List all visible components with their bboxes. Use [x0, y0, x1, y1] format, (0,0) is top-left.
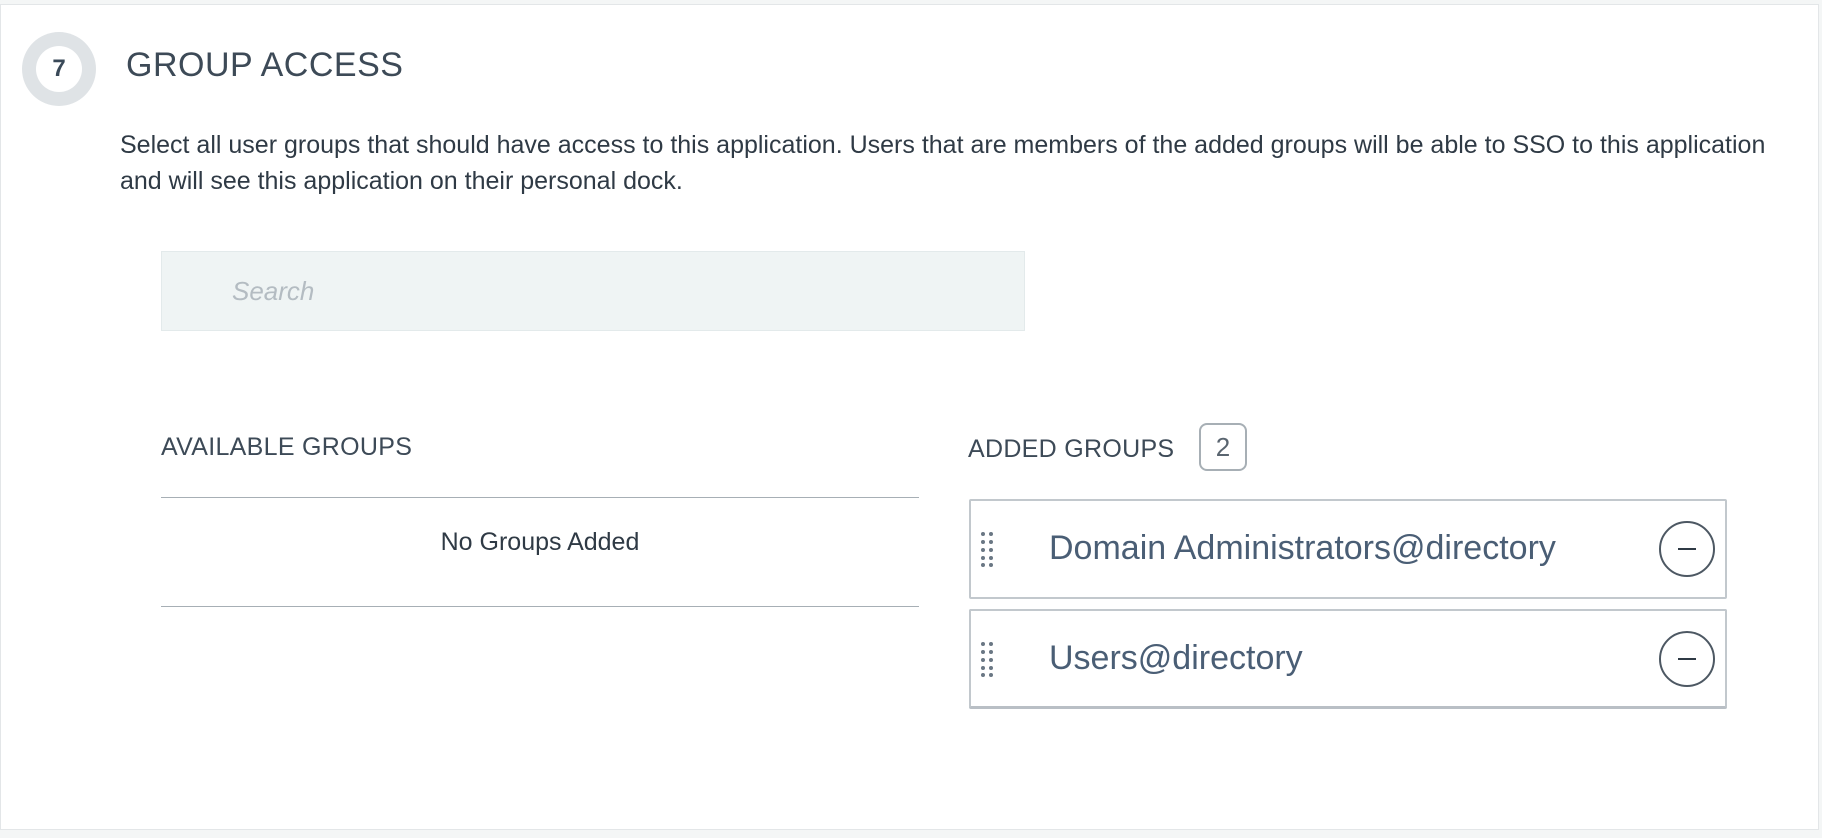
- available-groups-list: No Groups Added: [161, 497, 919, 607]
- added-groups-count-badge: 2: [1199, 423, 1247, 471]
- remove-group-button[interactable]: [1659, 631, 1715, 687]
- search-input[interactable]: [162, 252, 1024, 330]
- minus-icon: [1678, 658, 1696, 660]
- section-description: Select all user groups that should have …: [120, 131, 1766, 195]
- minus-icon: [1678, 548, 1696, 550]
- section-title: GROUP ACCESS: [126, 46, 404, 84]
- added-group-label: Domain Administrators@directory: [1049, 529, 1556, 567]
- drag-handle-icon[interactable]: [979, 641, 995, 677]
- step-number-badge: 7: [22, 32, 96, 106]
- available-groups-empty-text: No Groups Added: [440, 528, 640, 556]
- group-access-card: 7 GROUP ACCESS Select all user groups th…: [0, 4, 1819, 830]
- added-groups-label: ADDED GROUPS: [968, 435, 1175, 463]
- group-search-box[interactable]: [161, 251, 1025, 331]
- remove-group-button[interactable]: [1659, 521, 1715, 577]
- step-number: 7: [36, 46, 82, 92]
- available-groups-label: AVAILABLE GROUPS: [161, 433, 413, 461]
- added-group-item-users[interactable]: Users@directory: [969, 609, 1727, 709]
- added-group-item-domain-administrators[interactable]: Domain Administrators@directory: [969, 499, 1727, 599]
- drag-handle-icon[interactable]: [979, 531, 995, 567]
- added-group-label: Users@directory: [1049, 639, 1303, 677]
